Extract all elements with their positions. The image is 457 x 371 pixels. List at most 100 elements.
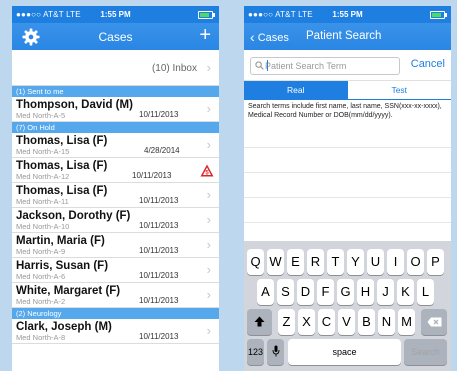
key-c[interactable]: C <box>318 309 335 335</box>
key-m[interactable]: M <box>398 309 415 335</box>
case-row[interactable]: Thomas, Lisa (F) Med North-A-12 10/11/20… <box>12 158 219 183</box>
key-f[interactable]: F <box>317 279 334 305</box>
key-l[interactable]: L <box>417 279 434 305</box>
separator <box>244 172 451 173</box>
key-h[interactable]: H <box>357 279 374 305</box>
key-j[interactable]: J <box>377 279 394 305</box>
patient-location: Med North-A-10 <box>16 222 70 231</box>
key-a[interactable]: A <box>257 279 274 305</box>
key-b[interactable]: B <box>358 309 375 335</box>
case-row[interactable]: Harris, Susan (F) Med North-A-6 10/11/20… <box>12 258 219 283</box>
key-v[interactable]: V <box>338 309 355 335</box>
key-g[interactable]: G <box>337 279 354 305</box>
key-x[interactable]: X <box>298 309 315 335</box>
battery-icon <box>198 11 215 19</box>
segment-test[interactable]: Test <box>347 81 451 99</box>
numbers-key[interactable]: 123 <box>247 339 264 365</box>
patient-name: White, Margaret (F) <box>16 285 121 297</box>
patient-name: Thomas, Lisa (F) <box>16 135 108 147</box>
key-q[interactable]: Q <box>247 249 264 275</box>
keyboard-row-1: Q W E R T Y U I O P <box>244 249 451 275</box>
key-i[interactable]: I <box>387 249 404 275</box>
plus-icon[interactable]: + <box>199 24 211 46</box>
search-field[interactable] <box>250 57 400 75</box>
patient-location: Med North-A-5 <box>16 111 66 120</box>
cases-screen: ●●●○○ AT&T LTE 1:55 PM Cases + (10) Inbo… <box>12 6 219 371</box>
search-key[interactable]: Search <box>404 339 447 365</box>
patient-name: Thomas, Lisa (F) <box>16 160 108 172</box>
chevron-left-icon: ‹ <box>250 29 255 45</box>
warning-icon: 5 <box>200 164 214 177</box>
patient-name: Thomas, Lisa (F) <box>16 185 108 197</box>
keyboard: Q W E R T Y U I O P A S D F G H J K L Z <box>244 241 451 371</box>
shift-icon[interactable] <box>247 309 272 335</box>
back-label: Cases <box>257 32 289 44</box>
key-k[interactable]: K <box>397 279 414 305</box>
key-n[interactable]: N <box>378 309 395 335</box>
cancel-button[interactable]: Cancel <box>411 58 445 70</box>
keyboard-row-2: A S D F G H J K L <box>244 279 451 305</box>
backspace-icon[interactable] <box>421 309 447 335</box>
case-date: 10/11/2013 <box>139 246 179 255</box>
patient-name: Clark, Joseph (M) <box>16 321 112 333</box>
key-d[interactable]: D <box>297 279 314 305</box>
patient-name: Harris, Susan (F) <box>16 260 109 272</box>
status-bar: ●●●○○ AT&T LTE 1:55 PM <box>12 6 219 23</box>
key-r[interactable]: R <box>307 249 324 275</box>
back-button[interactable]: ‹ Cases <box>250 29 289 45</box>
status-time: 1:55 PM <box>100 10 131 19</box>
patient-search-screen: ●●●○○ AT&T LTE 1:55 PM ‹ Cases Patient S… <box>244 6 451 371</box>
case-row[interactable]: Thomas, Lisa (F) Med North-A-15 4/28/201… <box>12 133 219 158</box>
case-row[interactable]: Thomas, Lisa (F) Med North-A-11 10/11/20… <box>12 183 219 208</box>
key-z[interactable]: Z <box>278 309 295 335</box>
case-row[interactable]: Clark, Joseph (M) Med North-A-8 10/11/20… <box>12 319 219 344</box>
environment-segmented-control: Real Test <box>244 81 451 100</box>
search-hint-text: Search terms include first name, last na… <box>248 103 442 119</box>
section-header-neurology: (2) Neurology <box>12 308 219 319</box>
results-area <box>244 127 451 252</box>
key-e[interactable]: E <box>287 249 304 275</box>
key-o[interactable]: O <box>407 249 424 275</box>
patient-location: Med North-A-2 <box>16 297 66 306</box>
case-date: 4/28/2014 <box>144 146 180 155</box>
key-u[interactable]: U <box>367 249 384 275</box>
chevron-right-icon: › <box>206 287 211 302</box>
case-date: 10/11/2013 <box>132 171 172 180</box>
microphone-icon[interactable] <box>267 339 284 365</box>
segment-real[interactable]: Real <box>244 81 348 99</box>
inbox-label: (10) Inbox <box>151 63 197 74</box>
space-key[interactable]: space <box>288 339 401 365</box>
case-row[interactable]: Martin, Maria (F) Med North-A-9 10/11/20… <box>12 233 219 258</box>
chevron-right-icon: › <box>206 237 211 252</box>
keyboard-row-4: 123 space Search <box>244 339 451 365</box>
key-p[interactable]: P <box>427 249 444 275</box>
key-t[interactable]: T <box>327 249 344 275</box>
patient-location: Med North-A-6 <box>16 272 66 281</box>
section-header-sent-to-me: (1) Sent to me <box>12 86 219 97</box>
case-date: 10/11/2013 <box>139 196 179 205</box>
key-w[interactable]: W <box>267 249 284 275</box>
search-icon <box>255 61 264 70</box>
separator <box>244 197 451 198</box>
key-y[interactable]: Y <box>347 249 364 275</box>
patient-name: Jackson, Dorothy (F) <box>16 210 131 222</box>
separator <box>244 147 451 148</box>
case-date: 10/11/2013 <box>139 221 179 230</box>
search-title: Patient Search <box>306 30 382 42</box>
patient-location: Med North-A-11 <box>16 197 69 206</box>
cases-title: Cases <box>98 30 133 44</box>
key-s[interactable]: S <box>277 279 294 305</box>
separator <box>244 222 451 223</box>
patient-location: Med North-A-8 <box>16 333 66 342</box>
case-row[interactable]: Thompson, David (M) Med North-A-5 10/11/… <box>12 97 219 122</box>
inbox-row[interactable]: (10) Inbox › <box>12 50 219 86</box>
chevron-right-icon: › <box>206 323 211 338</box>
chevron-right-icon: › <box>206 262 211 277</box>
case-row[interactable]: White, Margaret (F) Med North-A-2 10/11/… <box>12 283 219 308</box>
battery-icon <box>430 11 447 19</box>
case-row[interactable]: Jackson, Dorothy (F) Med North-A-10 10/1… <box>12 208 219 233</box>
search-input[interactable] <box>265 59 393 72</box>
chevron-right-icon: › <box>206 101 211 116</box>
chevron-right-icon: › <box>206 212 211 227</box>
section-header-on-hold: (7) On Hold <box>12 122 219 133</box>
